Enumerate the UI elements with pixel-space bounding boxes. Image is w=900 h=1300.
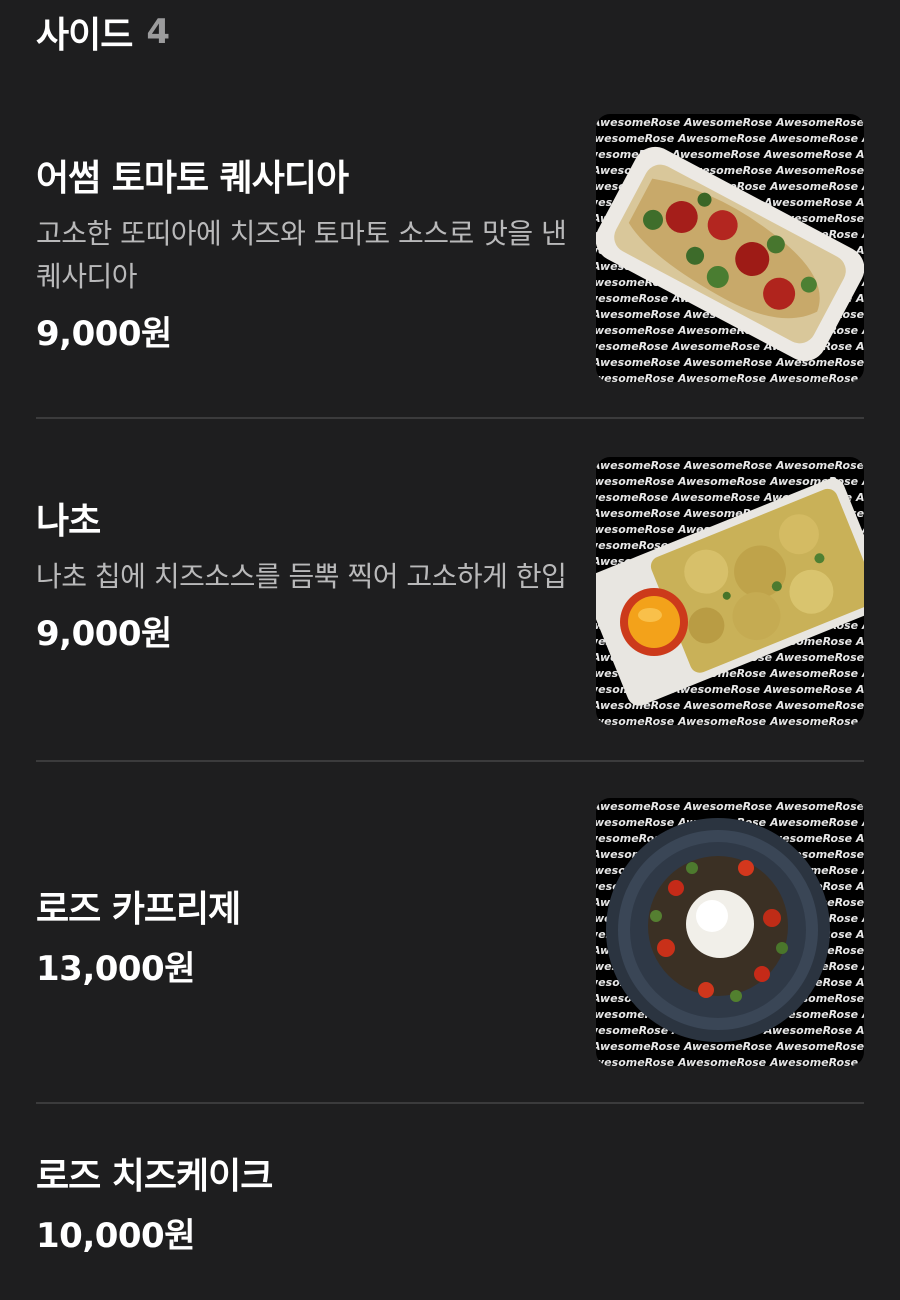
- watermark-text: AwesomeRose AwesomeRose AwesomeRose Awes…: [596, 132, 864, 145]
- menu-item-description: 나초 칩에 치즈소스를 듬뿍 찍어 고소하게 한입: [36, 560, 567, 593]
- nachos-photo-graphic: AwesomeRose AwesomeRose AwesomeRose Awes…: [596, 459, 864, 725]
- menu-item-price: 9,000원: [36, 314, 172, 354]
- quesadilla-photo-graphic: AwesomeRose AwesomeRose AwesomeRose Awes…: [596, 116, 864, 382]
- menu-item-text: 어썸 토마토 퀘사디아 고소한 또띠아에 치즈와 토마토 소스로 맛을 낸 퀘사…: [36, 156, 576, 356]
- menu-item-nachos[interactable]: 나초 나초 칩에 치즈소스를 듬뿍 찍어 고소하게 한입 9,000원 Awes…: [36, 457, 864, 725]
- watermark-text: AwesomeRose AwesomeRose AwesomeRose Awes…: [596, 459, 864, 472]
- watermark-text: AwesomeRose AwesomeRose AwesomeRose Awes…: [596, 356, 864, 369]
- menu-item-name: 로즈 치즈케이크: [36, 1156, 273, 1197]
- watermark-text: AwesomeRose AwesomeRose AwesomeRose Awes…: [596, 1040, 864, 1053]
- menu-item-caprese[interactable]: 로즈 카프리제 13,000원 AwesomeRose AwesomeRose …: [36, 798, 864, 1066]
- watermark-text: AwesomeRose AwesomeRose AwesomeRose Awes…: [596, 800, 864, 813]
- section-title: 사이드: [36, 15, 133, 56]
- watermark-text: AwesomeRose AwesomeRose AwesomeRose Awes…: [596, 116, 864, 129]
- section-item-count: 4: [146, 12, 171, 52]
- menu-item-text: 로즈 카프리제 13,000원: [36, 887, 576, 991]
- menu-item-text: 로즈 치즈케이크 10,000원: [36, 1154, 576, 1258]
- caprese-photo-graphic: AwesomeRose AwesomeRose AwesomeRose Awes…: [596, 800, 864, 1066]
- menu-item-quesadilla[interactable]: 어썸 토마토 퀘사디아 고소한 또띠아에 치즈와 토마토 소스로 맛을 낸 퀘사…: [36, 114, 864, 384]
- menu-item-price: 9,000원: [36, 614, 172, 654]
- menu-item-name: 어썸 토마토 퀘사디아: [36, 158, 349, 199]
- menu-item-name: 나초: [36, 501, 101, 542]
- menu-item-text: 나초 나초 칩에 치즈소스를 듬뿍 찍어 고소하게 한입 9,000원: [36, 499, 576, 656]
- menu-item-name: 로즈 카프리제: [36, 889, 241, 930]
- watermark-text: AwesomeRose AwesomeRose AwesomeRose Awes…: [596, 372, 864, 382]
- divider: [36, 1102, 864, 1104]
- divider: [36, 417, 864, 419]
- divider: [36, 760, 864, 762]
- quesadilla-photo[interactable]: AwesomeRose AwesomeRose AwesomeRose Awes…: [596, 114, 864, 382]
- menu-item-cheesecake[interactable]: 로즈 치즈케이크 10,000원: [36, 1140, 864, 1300]
- caprese-photo[interactable]: AwesomeRose AwesomeRose AwesomeRose Awes…: [596, 798, 864, 1066]
- nachos-photo[interactable]: AwesomeRose AwesomeRose AwesomeRose Awes…: [596, 457, 864, 725]
- menu-item-description: 고소한 또띠아에 치즈와 토마토 소스로 맛을 낸 퀘사디아: [36, 217, 567, 293]
- watermark-text: AwesomeRose AwesomeRose AwesomeRose Awes…: [596, 715, 864, 725]
- section-header: 사이드 4: [36, 6, 170, 58]
- watermark-text: AwesomeRose AwesomeRose AwesomeRose Awes…: [596, 1056, 864, 1066]
- menu-item-price: 10,000원: [36, 1216, 195, 1256]
- menu-item-price: 13,000원: [36, 949, 195, 989]
